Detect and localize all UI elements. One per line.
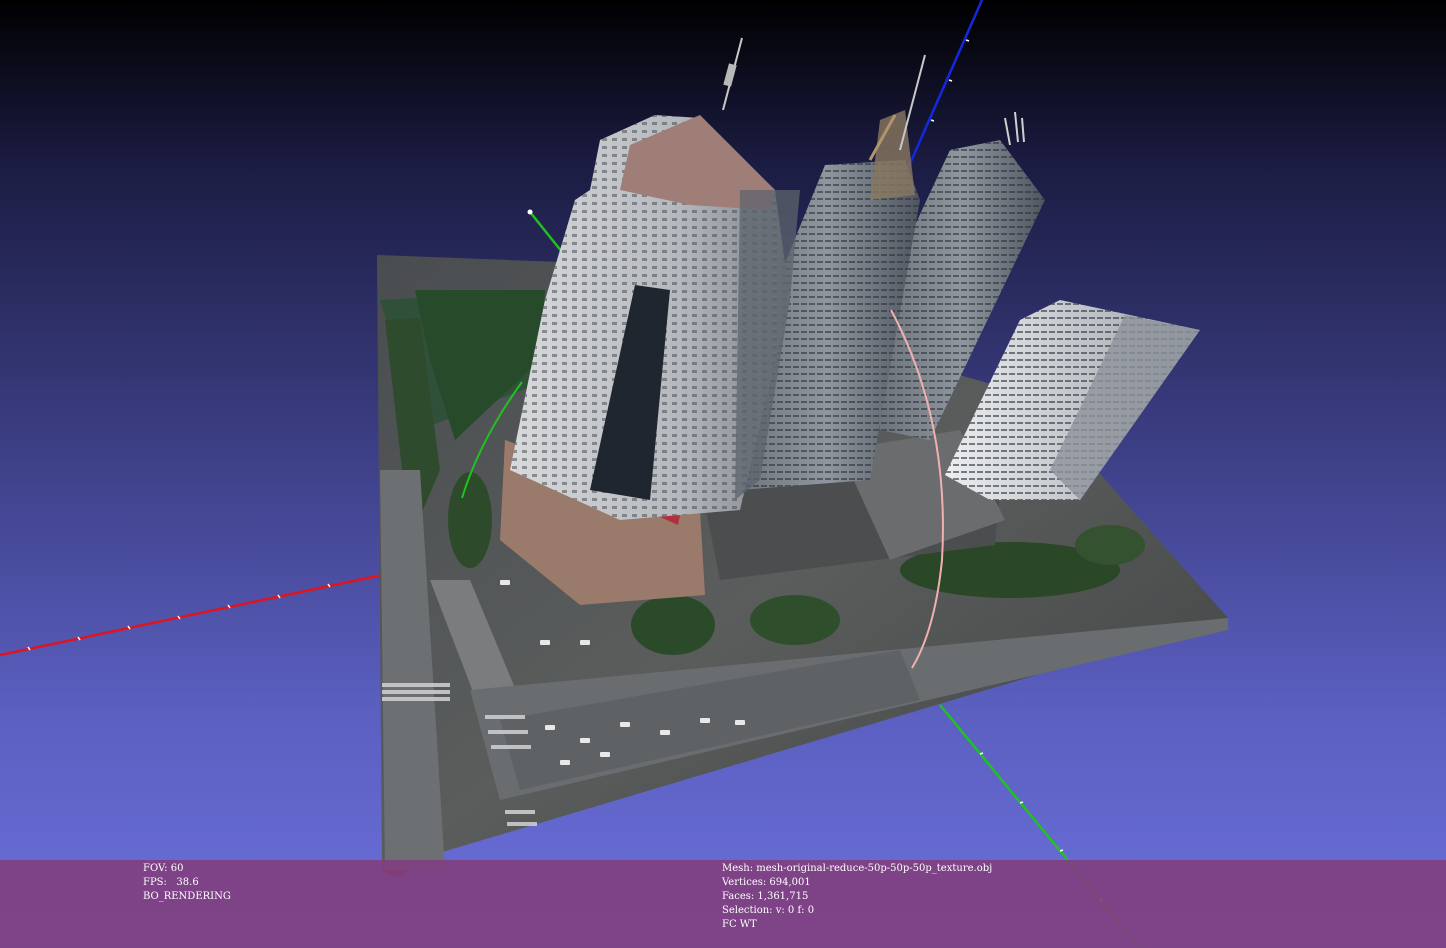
faces-text: Faces: 1,361,715 (722, 891, 809, 902)
render-info: FOV: 60 FPS: 38.6 BO_RENDERING (143, 862, 231, 904)
mesh-scene[interactable] (0, 0, 1446, 948)
tower-main (510, 37, 800, 520)
fps-text: FPS: 38.6 (143, 877, 199, 888)
render-mode-text: BO_RENDERING (143, 891, 231, 902)
mesh-info: Mesh: mesh-original-reduce-50p-50p-50p_t… (722, 862, 992, 932)
vertices-text: Vertices: 694,001 (722, 877, 811, 888)
fc-text: FC WT (722, 919, 757, 930)
fov-text: FOV: 60 (143, 863, 184, 874)
mesh-name-text: Mesh: mesh-original-reduce-50p-50p-50p_t… (722, 863, 993, 874)
3d-viewport[interactable]: FOV: 60 FPS: 38.6 BO_RENDERING Mesh: mes… (0, 0, 1446, 948)
axis-x-line (0, 573, 383, 657)
tower-right (945, 300, 1200, 500)
info-bar: FOV: 60 FPS: 38.6 BO_RENDERING Mesh: mes… (0, 860, 1446, 948)
selection-text: Selection: v: 0 f: 0 (722, 905, 815, 916)
